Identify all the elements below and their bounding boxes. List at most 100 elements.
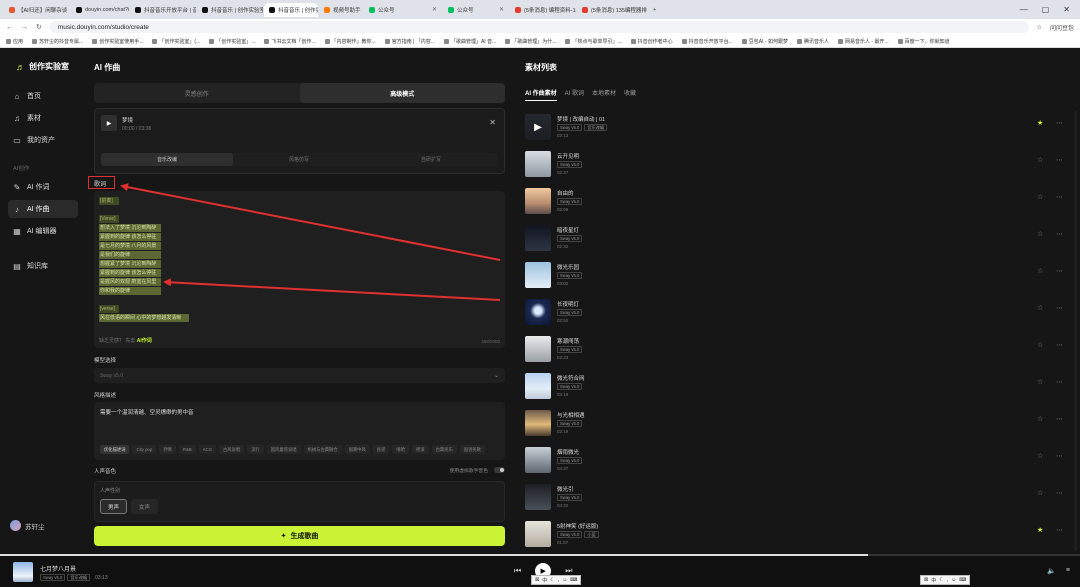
browser-tab[interactable]: 视频号助手✕	[319, 3, 363, 17]
sidebar-item[interactable]: ⌂ 首页	[8, 87, 78, 105]
more-icon[interactable]: ⋯	[1056, 304, 1063, 312]
material-item[interactable]: 自由的 Sway v5.0 02:09 ☆ ⋯	[525, 185, 1065, 217]
star-icon[interactable]: ☆	[1037, 378, 1043, 386]
material-item[interactable]: 长夜明灯 Sway v5.0 02:52 ☆ ⋯	[525, 296, 1065, 328]
star-icon[interactable]: ★	[1037, 526, 1043, 534]
style-chip[interactable]: 国语民歌	[459, 445, 485, 454]
playlist-icon[interactable]: ≡	[1066, 567, 1070, 574]
bookmark-item[interactable]: 「歌曲管理」AI 音...	[443, 38, 502, 45]
ai-lyrics-link[interactable]: AI作词	[137, 338, 152, 344]
material-item[interactable]: 暗夜星灯 Sway v5.0 02:32 ☆ ⋯	[525, 222, 1065, 254]
bookmark-item[interactable]: 「热点与歌单导引」...	[565, 38, 627, 45]
style-chip[interactable]: City pop	[132, 445, 157, 454]
sidebar-item[interactable]: ▤ 知识库	[8, 257, 78, 275]
more-icon[interactable]: ⋯	[1056, 452, 1063, 460]
star-icon[interactable]: ☆	[1037, 193, 1043, 201]
tab-local-material[interactable]: 本地素材	[592, 88, 616, 101]
bookmark-item[interactable]: 腾讯音乐人	[796, 38, 835, 45]
browser-tab[interactable]: 抖音音乐 | 创作实验✕	[264, 2, 318, 17]
song-thumb[interactable]: ▶	[101, 115, 117, 131]
bookmark-item[interactable]: 「创作实验室」...	[209, 38, 261, 45]
mode-advanced[interactable]: 高级模式	[299, 83, 505, 103]
material-item[interactable]: 微光符合网 Sway v5.0 03:18 ☆ ⋯	[525, 370, 1065, 402]
material-item[interactable]: 微光乐园 Sway v5.0 03:02 ☆ ⋯	[525, 259, 1065, 291]
player-cover[interactable]	[13, 562, 33, 582]
star-icon[interactable]: ☆	[1037, 267, 1043, 275]
star-icon[interactable]: ☆	[1037, 415, 1043, 423]
close-window-icon[interactable]: ✕	[1063, 5, 1070, 14]
style-chip[interactable]: 古典民乐	[431, 445, 457, 454]
tab-music-adapt[interactable]: 音乐改编	[101, 153, 233, 166]
more-icon[interactable]: ⋯	[1056, 526, 1063, 534]
style-chip[interactable]: 国风童谣说唱	[266, 445, 301, 454]
star-bookmark-icon[interactable]: ☆	[1037, 24, 1042, 31]
ime-toolbar[interactable]: ⊠ 中 ☾, ☺ ⌨	[920, 575, 971, 585]
bookmark-item[interactable]: 网易音乐人 - 最开...	[837, 38, 895, 45]
ask-doubao-button[interactable]: 问问豆包	[1050, 23, 1074, 32]
sidebar-item[interactable]: ♪ AI 作曲	[8, 200, 78, 218]
bookmark-item[interactable]: 应用	[6, 38, 29, 45]
sidebar-item[interactable]: ♫ 素材	[8, 109, 78, 127]
material-cover[interactable]	[525, 151, 551, 177]
material-item[interactable]: 5射神笑 (好运版) Sway v5.0 小蓝 01:57 ★ ⋯	[525, 518, 1065, 550]
style-chip[interactable]: 抒情	[159, 445, 176, 454]
male-voice-button[interactable]: 男声	[100, 499, 127, 514]
more-icon[interactable]: ⋯	[1056, 156, 1063, 164]
minimize-icon[interactable]: —	[1020, 5, 1028, 14]
browser-tab[interactable]: (5条消息) 135编程器排✕	[577, 3, 647, 17]
material-cover[interactable]	[525, 225, 551, 251]
reload-icon[interactable]: ↻	[36, 23, 42, 31]
sidebar-item[interactable]: ✎ AI 作词	[8, 178, 78, 196]
user-profile[interactable]: 苏轩尘	[10, 520, 45, 531]
bookmark-item[interactable]: 创作实验室使用手...	[92, 38, 149, 45]
star-icon[interactable]: ☆	[1037, 341, 1043, 349]
optimize-description-button[interactable]: 优化描述词	[100, 445, 130, 454]
browser-tab[interactable]: 公众号 ✕	[443, 3, 509, 17]
browser-tab[interactable]: douyin.com/chat?isPc✕	[71, 3, 129, 17]
style-chip[interactable]: R&B	[178, 445, 196, 454]
bookmark-item[interactable]: 豆包AI - 如何跟梦	[741, 38, 794, 45]
style-chip[interactable]: 摇滚	[412, 445, 429, 454]
ime-toolbar[interactable]: ⊠ 中 ☾, ☺ ⌨	[531, 575, 582, 585]
style-chip[interactable]: 民谣	[372, 445, 390, 454]
material-item[interactable]: 寒潮闯荡 Sway v5.0 02:23 ☆ ⋯	[525, 333, 1065, 365]
material-cover[interactable]	[525, 188, 551, 214]
previous-icon[interactable]: ⏮	[514, 566, 521, 576]
style-chip[interactable]: 古风说唱	[219, 445, 245, 454]
more-icon[interactable]: ⋯	[1056, 415, 1063, 423]
material-cover[interactable]: ▶	[525, 114, 551, 140]
new-tab-icon[interactable]: +	[648, 3, 661, 17]
browser-tab[interactable]: 【AI归还】闲聊杂谈✕	[4, 3, 70, 17]
material-item[interactable]: 烟雨微光 Sway v5.0 04:37 ☆ ⋯	[525, 444, 1065, 476]
close-icon[interactable]: ✕	[489, 118, 496, 127]
generate-song-button[interactable]: ✦ 生成歌曲	[94, 526, 505, 546]
star-icon[interactable]: ☆	[1037, 489, 1043, 497]
bookmark-item[interactable]: 「创作实验室」(...	[152, 38, 206, 45]
star-icon[interactable]: ☆	[1037, 452, 1043, 460]
more-icon[interactable]: ⋯	[1056, 267, 1063, 275]
material-item[interactable]: 微光引 Sway v5.0 04:32 ☆ ⋯	[525, 481, 1065, 513]
material-cover[interactable]	[525, 262, 551, 288]
bookmark-item[interactable]: 「内容制作」教你...	[324, 38, 382, 45]
more-icon[interactable]: ⋯	[1056, 193, 1063, 201]
maximize-icon[interactable]: ▢	[1042, 5, 1050, 14]
more-icon[interactable]: ⋯	[1056, 378, 1063, 386]
material-item[interactable]: 与光相相遇 Sway v5.0 03:19 ☆ ⋯	[525, 407, 1065, 439]
model-select[interactable]: Sway v5.0 ⌄	[94, 368, 505, 383]
style-chip[interactable]: ACG	[198, 445, 216, 454]
close-tab-icon[interactable]: ✕	[432, 6, 437, 13]
material-cover[interactable]	[525, 336, 551, 362]
material-cover[interactable]	[525, 299, 551, 325]
tab-favorites[interactable]: 收藏	[624, 88, 636, 101]
url-field[interactable]: music.douyin.com/studio/create	[49, 21, 1029, 33]
star-icon[interactable]: ★	[1037, 119, 1043, 127]
lyrics-editor[interactable]: [前奏] [Verse] 想法入了梦境 沉沦到陶醉 紧握到的旋律 该怎么停驻 是七月的梦…	[94, 191, 505, 348]
browser-tab[interactable]: (5条消息) 编程资料-13✕	[510, 3, 576, 17]
tab-ai-lyrics[interactable]: AI 歌词	[565, 88, 584, 101]
style-chip[interactable]: 机械与古典融合	[303, 445, 342, 454]
bookmark-item[interactable]: 官方指南 | 「内容...	[384, 38, 441, 45]
more-icon[interactable]: ⋯	[1056, 119, 1063, 127]
sidebar-item[interactable]: ▭ 我的资产	[8, 131, 78, 149]
material-cover[interactable]	[525, 410, 551, 436]
tab-self-extend[interactable]: 自研扩写	[365, 153, 497, 166]
